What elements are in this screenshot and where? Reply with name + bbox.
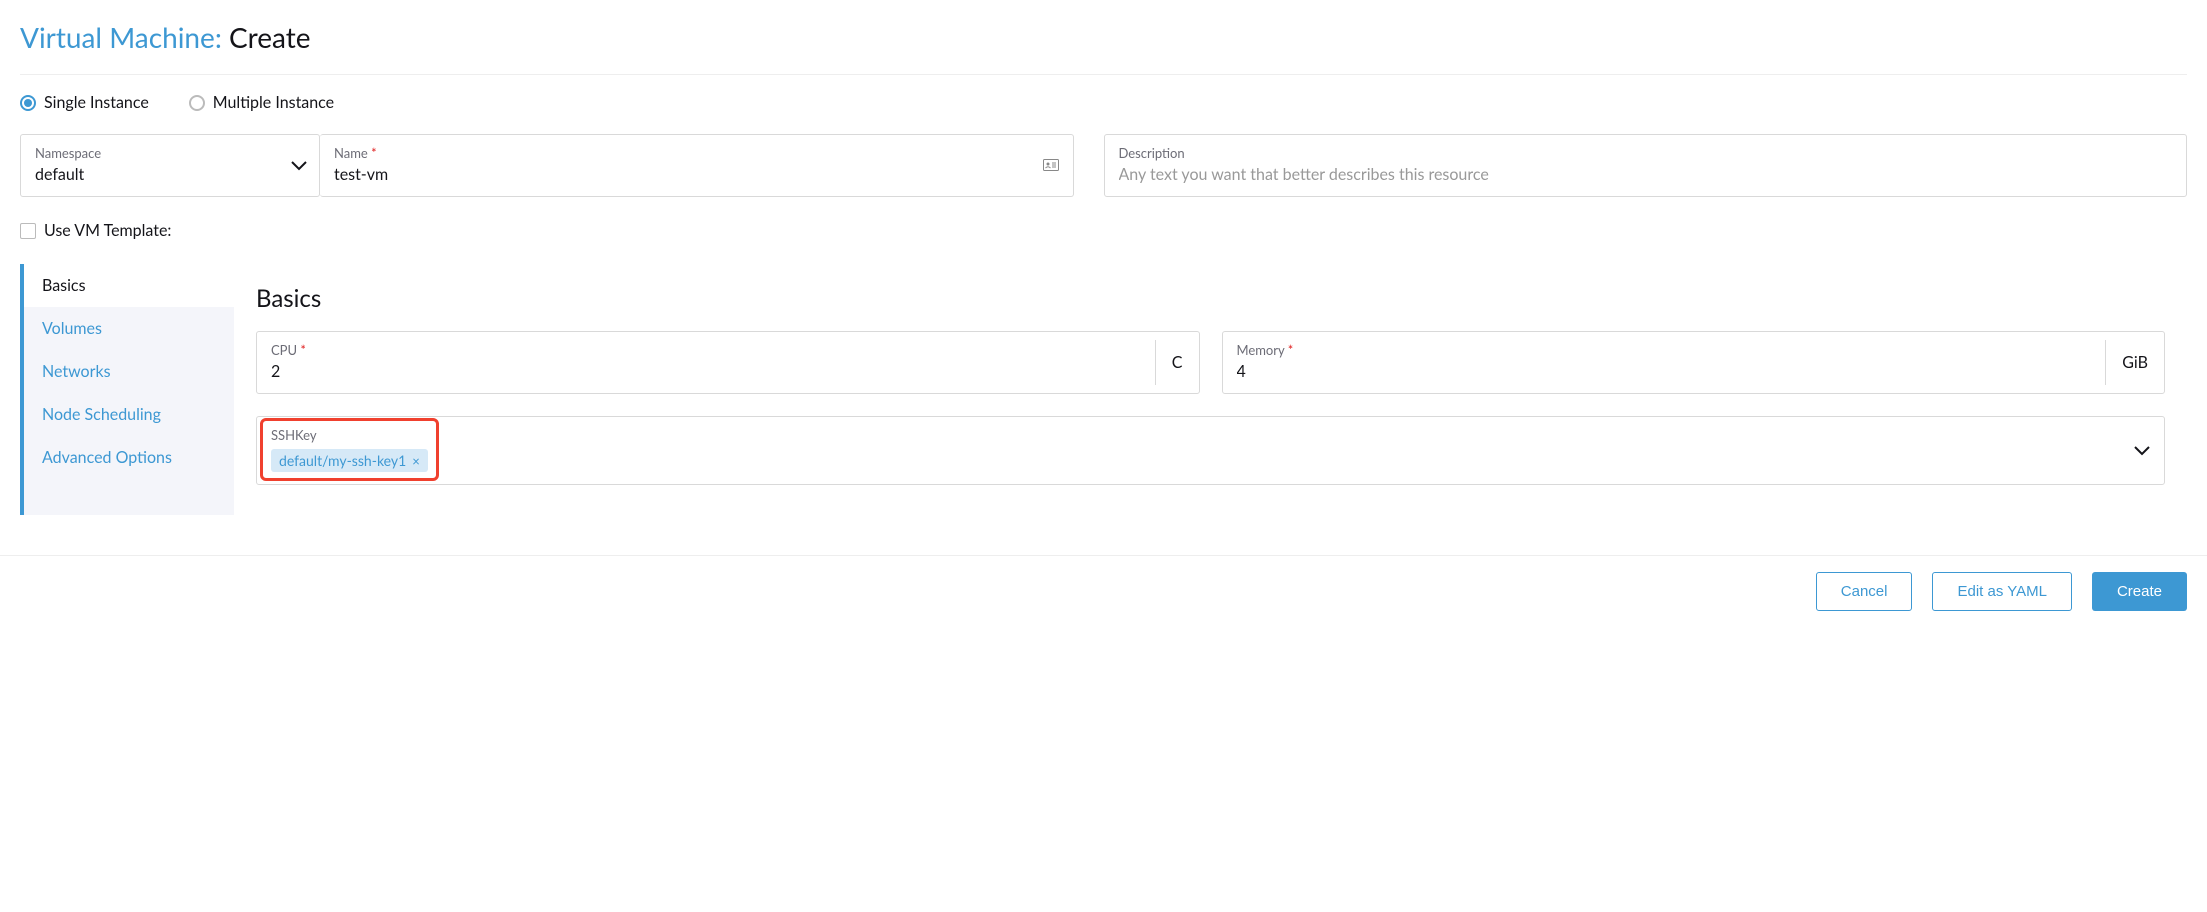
memory-unit: GiB <box>2105 340 2164 385</box>
cpu-field[interactable]: CPU * C <box>256 331 1200 394</box>
namespace-value: default <box>35 165 305 184</box>
edit-as-yaml-button[interactable]: Edit as YAML <box>1932 572 2072 611</box>
name-input[interactable] <box>334 165 1059 184</box>
use-vm-template-label: Use VM Template: <box>44 221 171 240</box>
tabs-sidebar: Basics Volumes Networks Node Scheduling … <box>24 264 234 515</box>
instance-type-row: Single Instance Multiple Instance <box>20 93 2187 112</box>
radio-selected-icon <box>20 95 36 111</box>
tab-volumes[interactable]: Volumes <box>24 307 234 350</box>
chevron-down-icon <box>2134 442 2150 460</box>
multiple-instance-label: Multiple Instance <box>213 93 334 112</box>
title-action: Create <box>229 20 311 54</box>
description-label: Description <box>1119 145 2173 161</box>
cpu-label: CPU * <box>271 342 1141 358</box>
memory-input[interactable] <box>1237 362 2092 381</box>
radio-unselected-icon <box>189 95 205 111</box>
required-asterisk: * <box>371 145 377 161</box>
tab-networks[interactable]: Networks <box>24 350 234 393</box>
memory-label: Memory * <box>1237 342 2092 358</box>
id-card-icon <box>1043 157 1059 175</box>
multiple-instance-radio[interactable]: Multiple Instance <box>189 93 334 112</box>
tab-advanced-options[interactable]: Advanced Options <box>24 436 234 479</box>
highlight-box: SSHKey default/my-ssh-key1 × <box>260 418 439 481</box>
name-label: Name * <box>334 145 1059 161</box>
description-field[interactable]: Description <box>1104 134 2188 197</box>
memory-field[interactable]: Memory * GiB <box>1222 331 2166 394</box>
footer-bar: Cancel Edit as YAML Create <box>0 555 2207 627</box>
namespace-select[interactable]: Namespace default <box>20 134 320 197</box>
sshkey-token[interactable]: default/my-ssh-key1 × <box>271 449 428 472</box>
basics-heading: Basics <box>256 284 2165 313</box>
tab-content: Basics CPU * C Memory * <box>234 264 2187 515</box>
sshkey-label: SSHKey <box>271 427 428 443</box>
namespace-label: Namespace <box>35 145 305 161</box>
tab-basics[interactable]: Basics <box>24 264 234 307</box>
tab-node-scheduling[interactable]: Node Scheduling <box>24 393 234 436</box>
cpu-input[interactable] <box>271 362 1141 381</box>
cpu-unit: C <box>1155 340 1199 385</box>
name-field[interactable]: Name * <box>320 134 1074 197</box>
single-instance-radio[interactable]: Single Instance <box>20 93 149 112</box>
tabbed-panel: Basics Volumes Networks Node Scheduling … <box>20 264 2187 515</box>
title-prefix: Virtual Machine: <box>20 20 229 54</box>
create-button[interactable]: Create <box>2092 572 2187 611</box>
cancel-button[interactable]: Cancel <box>1816 572 1913 611</box>
single-instance-label: Single Instance <box>44 93 149 112</box>
page-title: Virtual Machine: Create <box>20 20 2187 75</box>
close-icon[interactable]: × <box>412 453 420 469</box>
use-vm-template-checkbox[interactable]: Use VM Template: <box>20 221 2187 240</box>
description-input[interactable] <box>1119 165 2173 184</box>
checkbox-unchecked-icon <box>20 223 36 239</box>
sshkey-select[interactable]: SSHKey default/my-ssh-key1 × <box>256 416 2165 485</box>
sshkey-token-text: default/my-ssh-key1 <box>279 452 406 469</box>
